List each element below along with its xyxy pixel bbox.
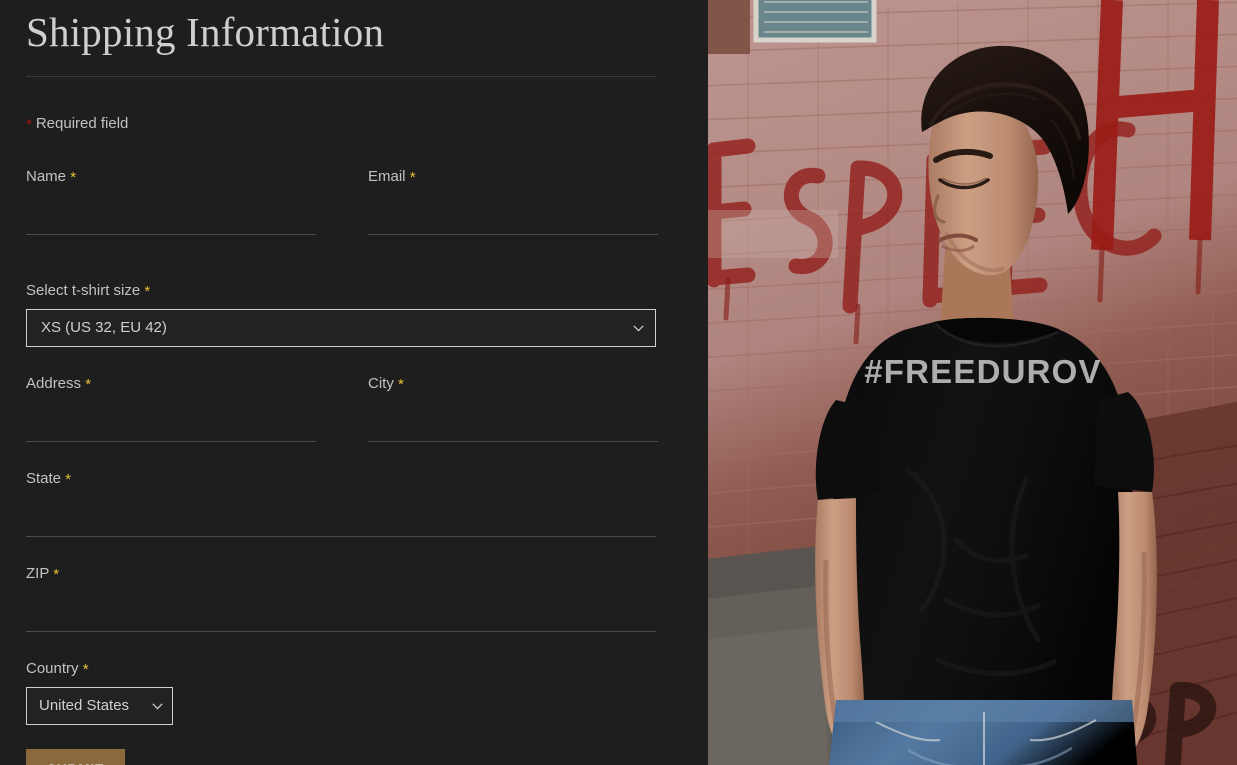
- field-group-email: Email *: [368, 169, 658, 235]
- field-group-country: Country * United StatesCanadaUnited King…: [26, 661, 682, 725]
- country-select[interactable]: United StatesCanadaUnited KingdomGermany…: [26, 687, 173, 725]
- field-group-city: City *: [368, 376, 658, 442]
- row-name-email: Name * Email *: [26, 169, 682, 235]
- required-asterisk-icon: *: [65, 471, 72, 488]
- required-field-note: * Required field: [26, 116, 682, 132]
- zip-label: ZIP *: [26, 565, 60, 583]
- shipping-form-panel: Shipping Information * Required field Nam…: [0, 0, 708, 765]
- name-input[interactable]: [26, 197, 316, 235]
- title-divider: [26, 76, 656, 77]
- address-label: Address *: [26, 375, 92, 393]
- email-label: Email *: [368, 168, 416, 186]
- required-asterisk-icon: *: [26, 116, 32, 133]
- field-group-name: Name *: [26, 169, 316, 235]
- field-group-address: Address *: [26, 376, 316, 442]
- required-asterisk-icon: *: [398, 376, 404, 393]
- product-photo: #FREEDUROV: [708, 0, 1237, 765]
- product-photo-image: #FREEDUROV: [708, 0, 1237, 765]
- required-asterisk-icon: *: [82, 661, 89, 678]
- tshirt-size-select[interactable]: XS (US 32, EU 42)S (US 34, EU 44)M (US 3…: [26, 309, 656, 347]
- required-asterisk-icon: *: [85, 376, 92, 393]
- field-group-tshirt-size: Select t-shirt size * XS (US 32, EU 42)S…: [26, 283, 682, 347]
- address-input[interactable]: [26, 404, 316, 442]
- page-title: Shipping Information: [26, 9, 385, 55]
- country-select-wrapper: United StatesCanadaUnited KingdomGermany…: [26, 687, 173, 725]
- required-asterisk-icon: *: [70, 169, 77, 186]
- field-group-state: State *: [26, 471, 656, 537]
- required-field-label: Required field: [35, 115, 129, 132]
- state-label: State *: [26, 470, 72, 488]
- country-label: Country *: [26, 660, 89, 678]
- required-asterisk-icon: *: [409, 169, 416, 186]
- email-input[interactable]: [368, 197, 658, 235]
- name-label: Name *: [26, 168, 77, 186]
- required-asterisk-icon: *: [53, 566, 60, 583]
- tshirt-size-select-wrapper: XS (US 32, EU 42)S (US 34, EU 44)M (US 3…: [26, 309, 656, 347]
- tshirt-size-label: Select t-shirt size *: [26, 282, 151, 300]
- city-label: City *: [368, 375, 404, 393]
- submit-button[interactable]: Submit: [26, 749, 126, 765]
- row-address-city: Address * City *: [26, 376, 682, 442]
- zip-input[interactable]: [26, 594, 656, 632]
- state-input[interactable]: [26, 499, 656, 537]
- shipping-information-page: Shipping Information * Required field Nam…: [0, 0, 1237, 765]
- required-asterisk-icon: *: [144, 283, 151, 300]
- city-input[interactable]: [368, 404, 658, 442]
- field-group-zip: ZIP *: [26, 566, 656, 632]
